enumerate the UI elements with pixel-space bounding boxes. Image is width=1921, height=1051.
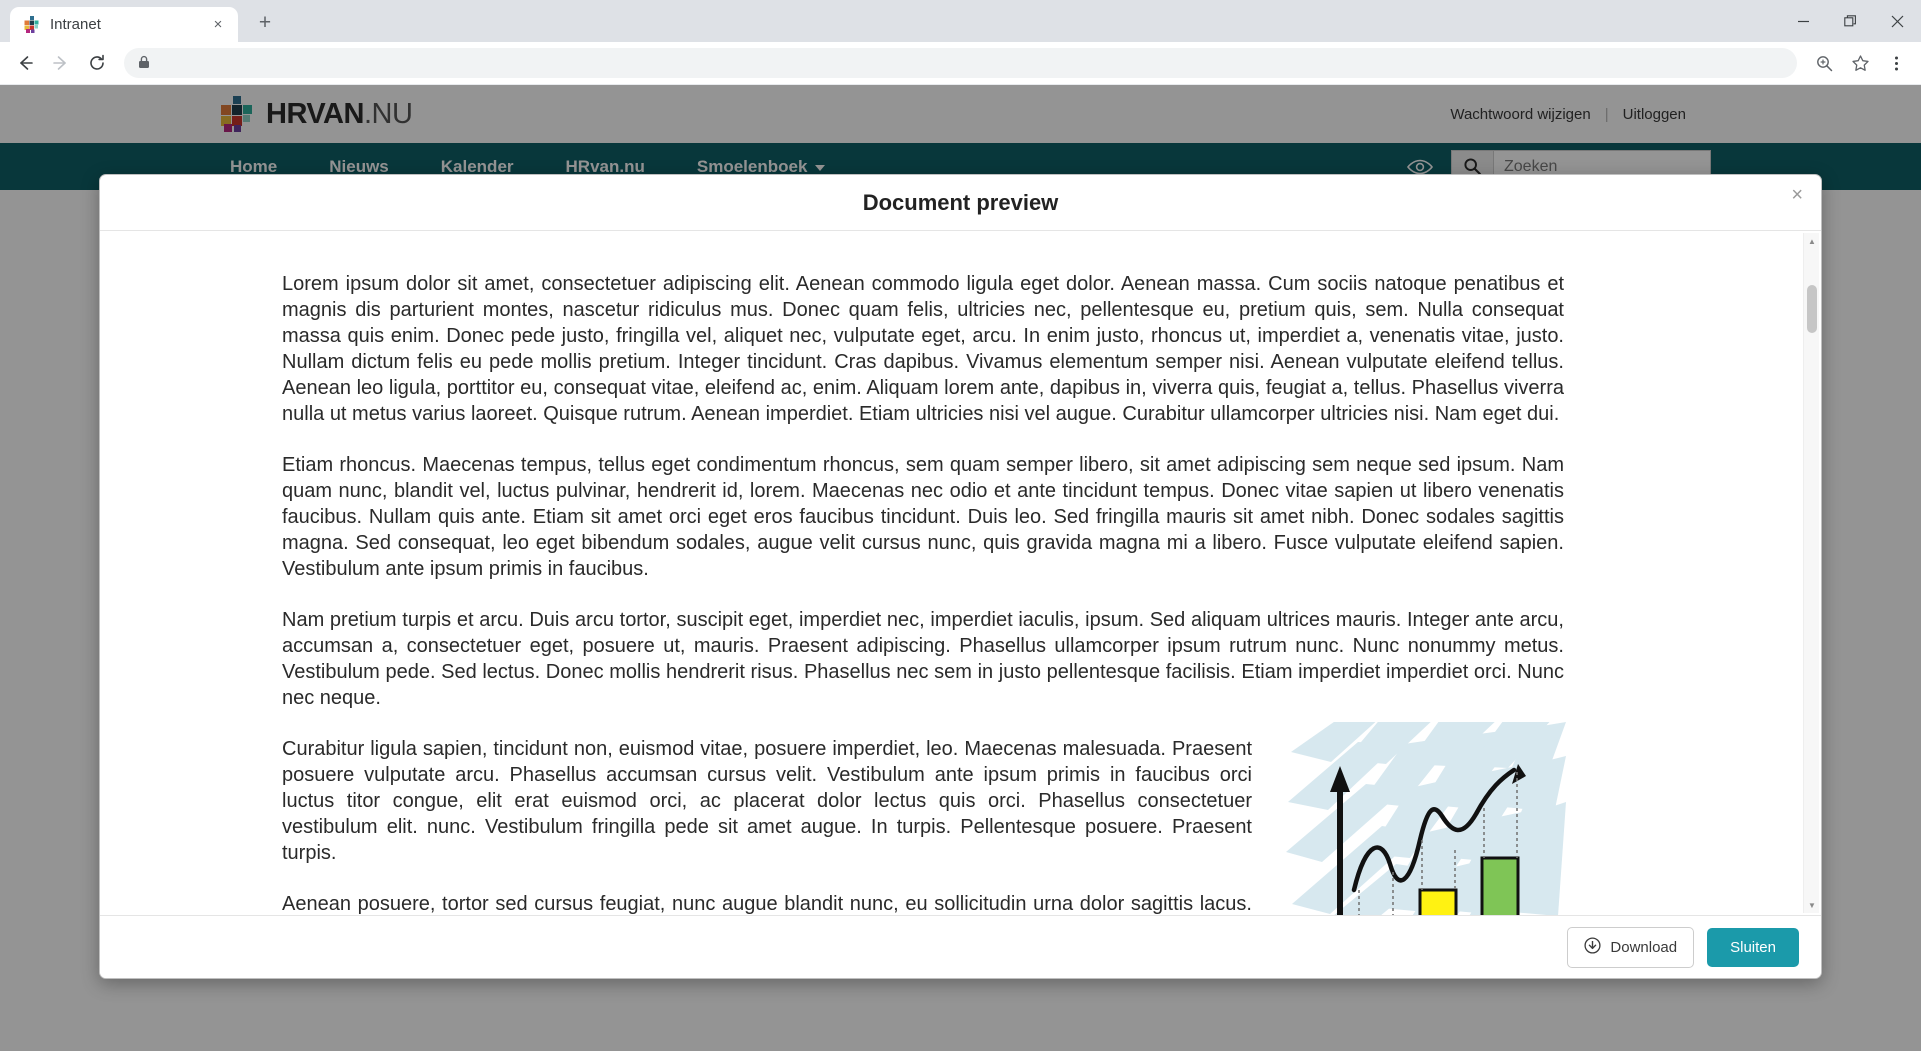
modal-footer: Download Sluiten <box>100 916 1821 978</box>
toolbar-actions <box>1807 46 1913 80</box>
tab-strip: Intranet × + <box>0 0 1921 42</box>
document-paragraph: Lorem ipsum dolor sit amet, consectetuer… <box>282 273 1564 425</box>
star-icon[interactable] <box>1843 46 1877 80</box>
new-tab-button[interactable]: + <box>248 6 282 40</box>
browser-window: Intranet × + HRVAN.NU Wachtwoord wijzige… <box>0 0 1921 1051</box>
document-paragraph-text: Curabitur ligula sapien, tincidunt non, … <box>282 738 1252 864</box>
document-paragraph: Etiam rhoncus. Maecenas tempus, tellus e… <box>282 454 1564 580</box>
download-circle-icon <box>1584 936 1601 958</box>
scroll-down-icon[interactable]: ▼ <box>1804 897 1820 913</box>
hrvan-logo-icon <box>24 16 41 33</box>
scroll-up-icon[interactable]: ▲ <box>1804 233 1820 249</box>
close-icon[interactable]: × <box>1791 185 1803 205</box>
document-preview-modal: Document preview × Lorem ipsum dolor sit… <box>99 174 1822 979</box>
forward-icon <box>44 46 78 80</box>
document-paragraph-with-figure: Curabitur ligula sapien, tincidunt non, … <box>282 717 1566 915</box>
document-scroll-area[interactable]: Lorem ipsum dolor sit amet, consectetuer… <box>100 231 1799 915</box>
document-content: Lorem ipsum dolor sit amet, consectetuer… <box>282 271 1739 915</box>
document-scrollbar[interactable]: ▲ ▼ <box>1803 233 1819 913</box>
modal-header: Document preview × <box>100 175 1821 231</box>
window-controls <box>1780 0 1921 42</box>
zoom-icon[interactable] <box>1807 46 1841 80</box>
download-button[interactable]: Download <box>1567 926 1695 968</box>
document-paragraph: Nam pretium turpis et arcu. Duis arcu to… <box>282 609 1564 709</box>
reload-icon[interactable] <box>80 46 114 80</box>
download-button-label: Download <box>1610 938 1678 956</box>
modal-body: Lorem ipsum dolor sit amet, consectetuer… <box>100 231 1821 916</box>
browser-tab[interactable]: Intranet × <box>10 7 238 42</box>
browser-toolbar <box>0 42 1921 85</box>
modal-title: Document preview <box>862 189 1059 215</box>
back-icon[interactable] <box>8 46 42 80</box>
scrollbar-thumb[interactable] <box>1807 285 1817 333</box>
close-tab-icon[interactable]: × <box>208 15 228 35</box>
growth-bar-chart-illustration <box>1286 717 1566 915</box>
minimize-icon[interactable] <box>1780 0 1827 42</box>
kebab-menu-icon[interactable] <box>1879 46 1913 80</box>
close-window-icon[interactable] <box>1874 0 1921 42</box>
close-modal-button[interactable]: Sluiten <box>1707 927 1799 967</box>
address-bar[interactable] <box>124 48 1797 78</box>
lock-icon <box>138 55 150 72</box>
tab-title: Intranet <box>50 16 101 33</box>
maximize-restore-icon[interactable] <box>1827 0 1874 42</box>
